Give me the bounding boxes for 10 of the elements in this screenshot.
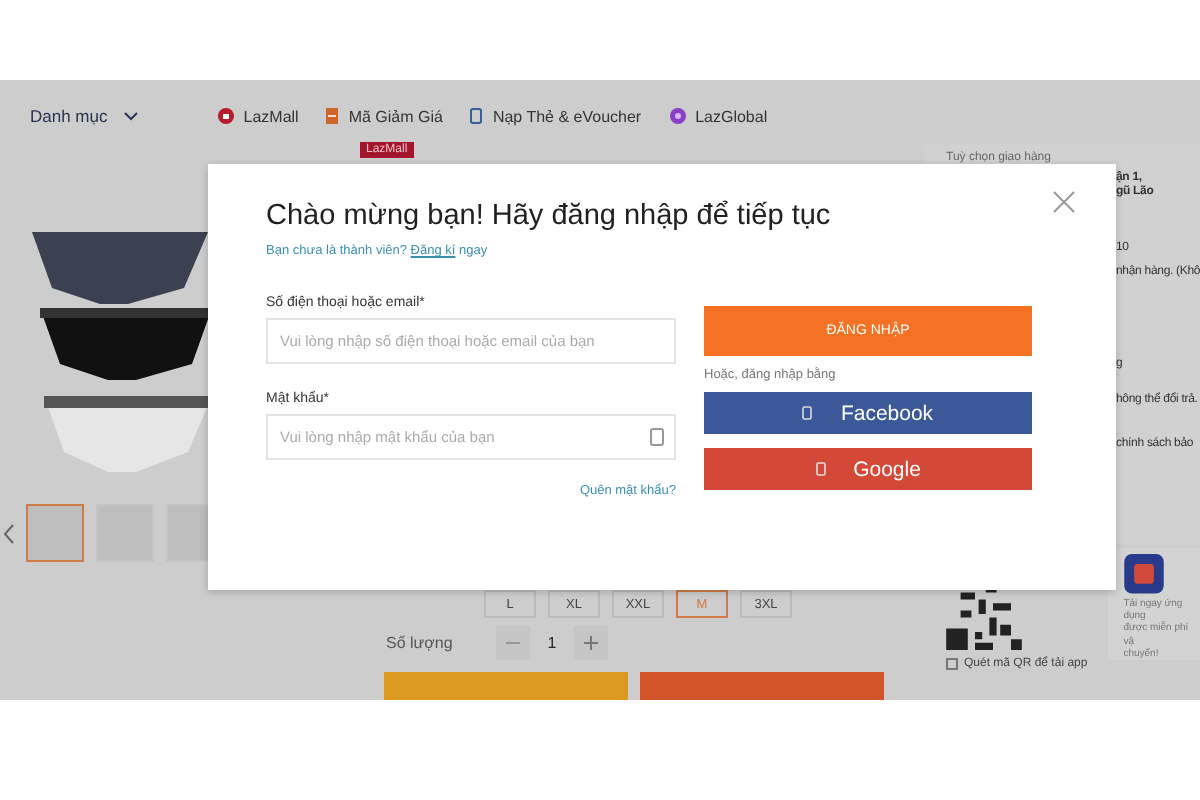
quantity-value: 1 [545,634,559,652]
nav-link[interactable]: LazMall [217,107,299,125]
quantity-label: Số lượng [386,634,455,652]
social-login-button[interactable]: Google [704,448,1032,490]
nav-link[interactable]: LazGlobal [669,107,768,125]
category-menu[interactable]: Danh mục [30,106,138,126]
nav-link[interactable]: Nạp Thẻ & eVoucher [470,107,642,125]
dialog-title: Chào mừng bạn! Hãy đăng nhập để tiếp tục [266,200,833,232]
social-login-button[interactable]: Facebook [704,392,1032,434]
nav-link[interactable]: Mã Giảm Giá [326,107,443,125]
